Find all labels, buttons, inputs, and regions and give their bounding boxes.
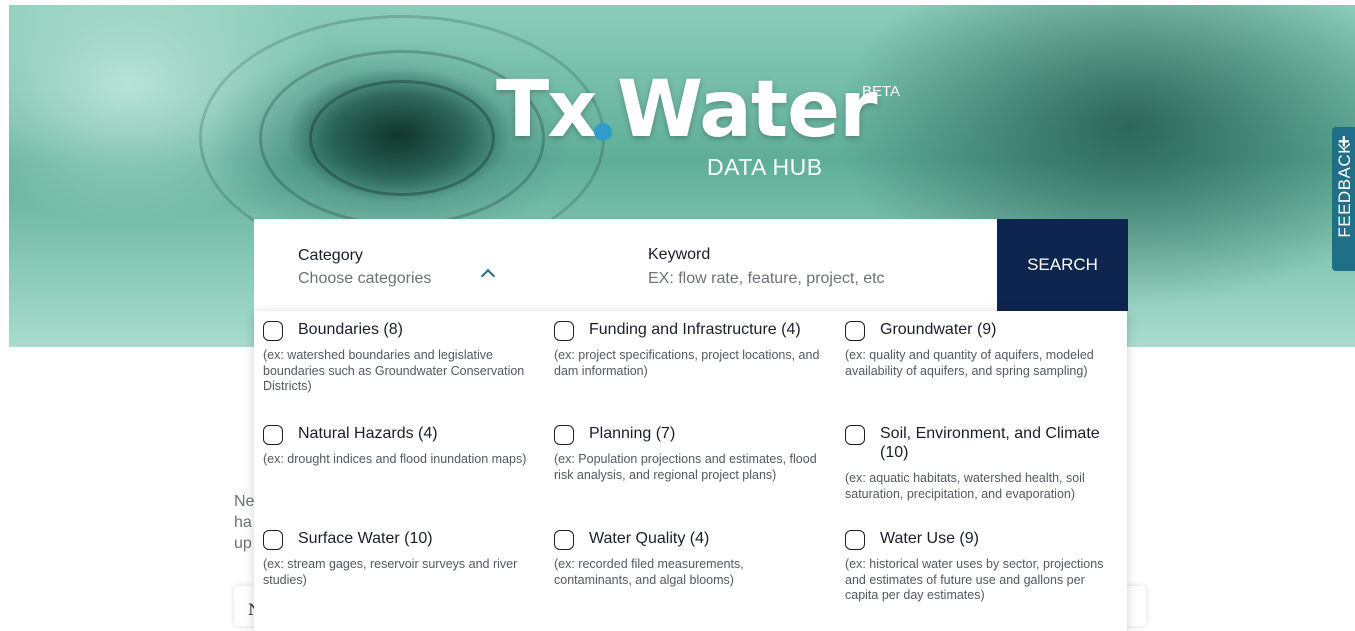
category-description: (ex: project specifications, project loc…: [554, 348, 820, 378]
checkbox[interactable]: [845, 321, 865, 341]
checkbox[interactable]: [554, 425, 574, 445]
beta-label: BETA: [862, 83, 901, 100]
category-description: (ex: recorded filed measurements, contam…: [554, 557, 744, 587]
category-placeholder: Choose categories: [298, 270, 432, 287]
checkbox[interactable]: [554, 530, 574, 550]
intro-line: Ne: [234, 493, 255, 510]
checkbox[interactable]: [845, 425, 865, 445]
category-title: Natural Hazards (4): [298, 425, 438, 442]
keyword-placeholder: EX: flow rate, feature, project, etc: [648, 270, 885, 287]
category-description: (ex: drought indices and flood inundatio…: [263, 452, 527, 466]
keyword-label: Keyword: [648, 246, 711, 263]
category-label: Category: [298, 247, 363, 264]
feedback-tab[interactable]: + FEEDBACK: [1332, 127, 1355, 271]
search-button[interactable]: SEARCH: [997, 219, 1128, 311]
logo-water-text: Water: [617, 65, 878, 155]
category-title: Water Quality (4): [589, 530, 710, 547]
intro-text-fragment: Ne ha up: [234, 491, 254, 554]
category-title: Funding and Infrastructure (4): [589, 321, 801, 338]
category-title: Soil, Environment, and Climate (10): [880, 425, 1100, 461]
category-description: (ex: stream gages, reservoir surveys and…: [263, 557, 518, 587]
checkbox[interactable]: [845, 530, 865, 550]
category-title: Groundwater (9): [880, 321, 997, 338]
category-dropdown: Boundaries (8) (ex: watershed boundaries…: [254, 311, 1127, 631]
category-select[interactable]: Category Choose categories: [254, 219, 604, 311]
checkbox[interactable]: [263, 425, 283, 445]
logo-subtitle: DATA HUB: [707, 154, 823, 180]
category-description: (ex: historical water uses by sector, pr…: [845, 557, 1104, 602]
feedback-label: FEEDBACK: [1335, 142, 1354, 238]
category-description: (ex: quality and quantity of aquifers, m…: [845, 348, 1094, 378]
intro-line: up: [234, 535, 252, 552]
intro-line: ha: [234, 514, 252, 531]
logo-dot: [594, 123, 612, 141]
checkbox[interactable]: [554, 321, 574, 341]
category-title: Boundaries (8): [298, 321, 403, 338]
category-description: (ex: aquatic habitats, watershed health,…: [845, 471, 1085, 501]
category-title: Water Use (9): [880, 530, 979, 547]
category-description: (ex: watershed boundaries and legislativ…: [263, 348, 525, 393]
checkbox[interactable]: [263, 530, 283, 550]
category-description: (ex: Population projections and estimate…: [554, 452, 817, 482]
category-title: Surface Water (10): [298, 530, 433, 547]
chevron-up-icon: [480, 268, 496, 284]
category-title: Planning (7): [589, 425, 676, 442]
checkbox[interactable]: [263, 321, 283, 341]
logo-tx-text: Tx: [496, 65, 598, 155]
keyword-field[interactable]: Keyword EX: flow rate, feature, project,…: [614, 219, 994, 311]
